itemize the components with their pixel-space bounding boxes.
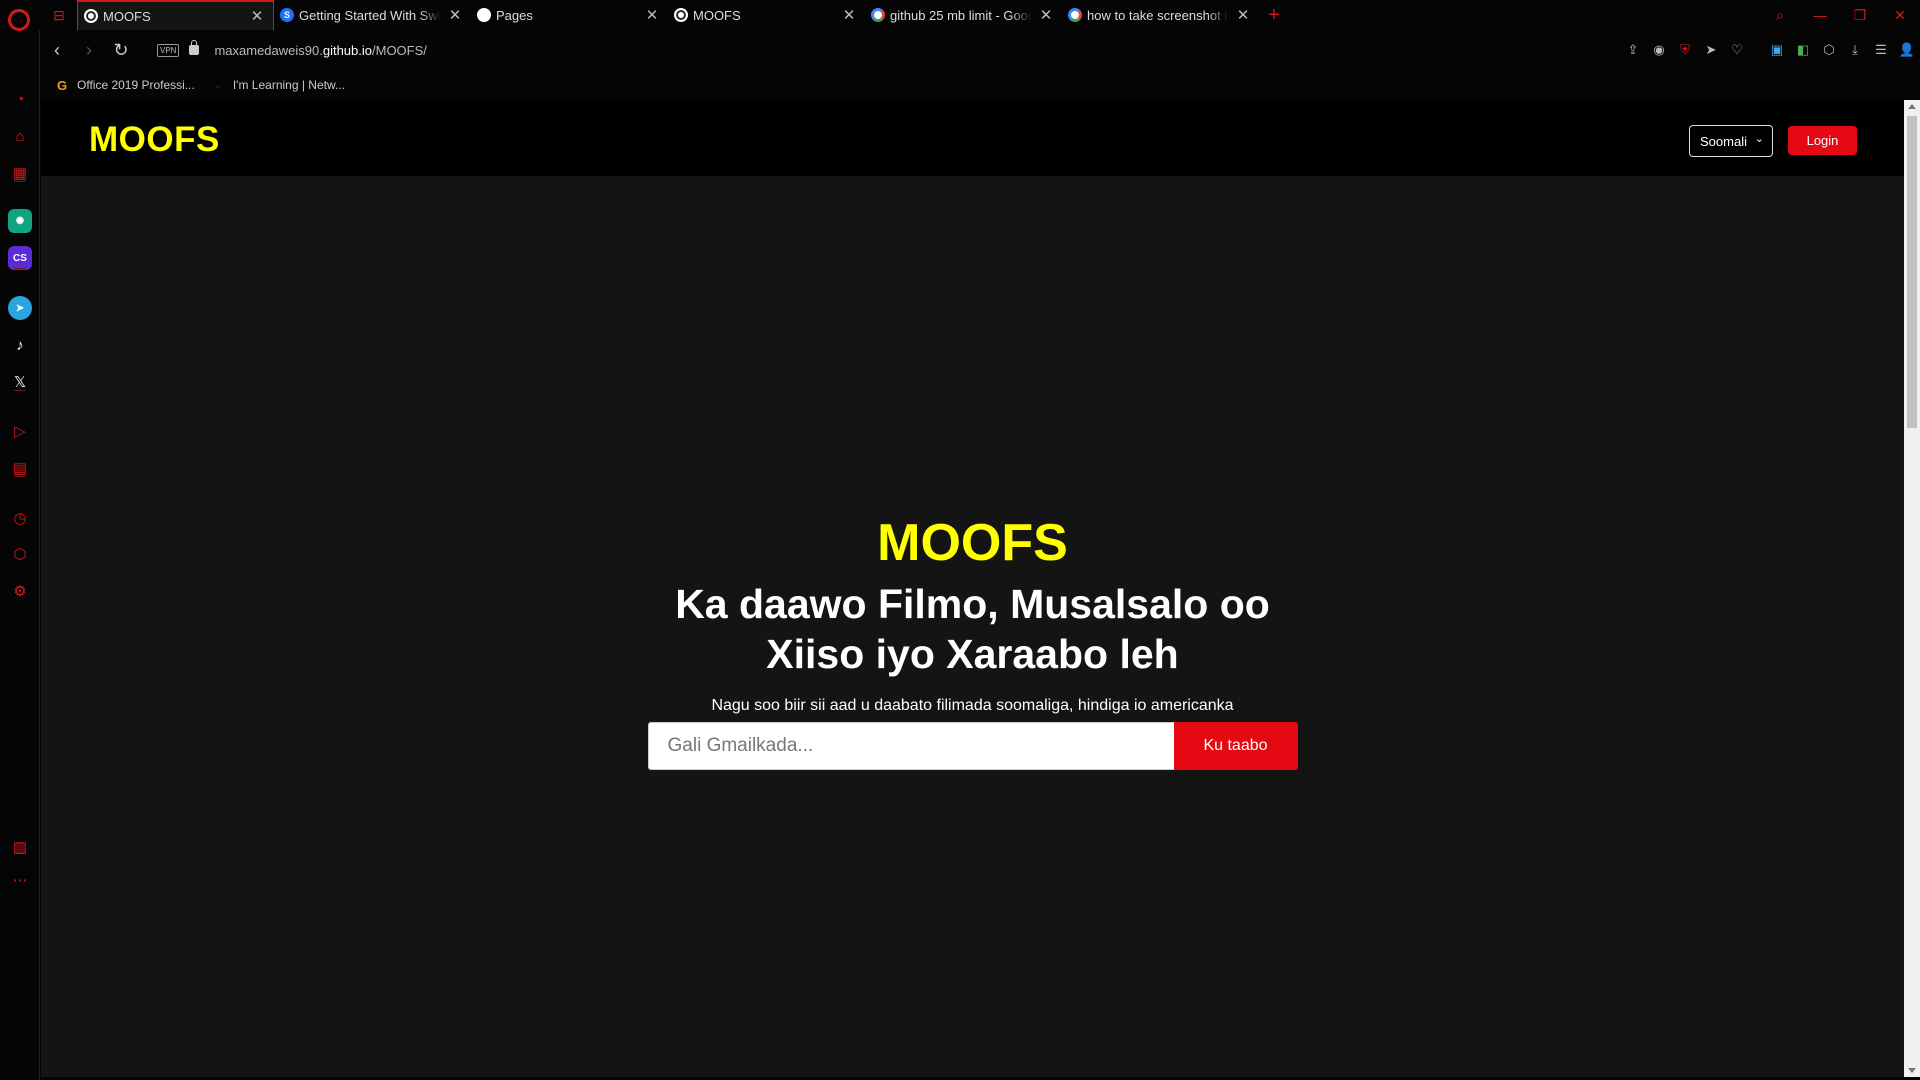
heart-icon[interactable]: ♡ — [1724, 37, 1750, 63]
download-icon[interactable]: ⤓ — [1842, 37, 1868, 63]
signup-button[interactable]: Ku taabo — [1173, 722, 1298, 770]
signup-form: Ku taabo — [647, 722, 1298, 770]
site-header: MOOFS Soomali ⌄ Login — [41, 100, 1904, 176]
close-icon[interactable]: ✕ — [841, 6, 857, 24]
tiktok-icon[interactable]: ♪ — [8, 333, 32, 357]
google-icon — [871, 8, 885, 22]
hero-subtitle: Nagu soo biir sii aad u daabato filimada… — [711, 697, 1234, 714]
extension-icon[interactable]: ◧ — [1790, 37, 1816, 63]
window-controls: ⌕ — ❐ ✕ — [1760, 0, 1920, 30]
tab-moofs-active[interactable]: MOOFS ✕ — [77, 0, 274, 30]
url-prefix: maxamedaweis90. — [214, 42, 323, 58]
close-icon[interactable]: ✕ — [249, 7, 265, 25]
more-icon[interactable]: ⋯ — [8, 868, 32, 892]
cube-icon[interactable]: ⬡ — [1816, 37, 1842, 63]
share-icon[interactable]: ⇪ — [1620, 37, 1646, 63]
forward-button[interactable]: › — [73, 35, 105, 65]
bookmark-office[interactable]: G Office 2019 Professi... — [55, 77, 195, 93]
g-logo-icon: G — [56, 77, 68, 93]
cs-app-icon[interactable]: CS — [8, 246, 32, 270]
tab-title: MOOFS — [693, 7, 741, 23]
tab-title: MOOFS — [103, 8, 151, 24]
close-icon[interactable]: ✕ — [447, 6, 463, 24]
tab-swipe[interactable]: S Getting Started With Swipe ✕ — [274, 0, 471, 30]
restore-button[interactable]: ❐ — [1840, 0, 1880, 30]
translate-extension-icon[interactable]: ▣ — [1764, 37, 1790, 63]
login-button[interactable]: Login — [1788, 126, 1857, 155]
vpn-badge[interactable]: VPN — [157, 43, 180, 57]
globe-icon — [84, 9, 98, 23]
email-input[interactable] — [647, 722, 1174, 770]
history-icon[interactable]: ◷ — [8, 506, 32, 530]
tab-bar: ⊟ MOOFS ✕ S Getting Started With Swipe ✕… — [41, 0, 1920, 30]
bookmark-icon: - — [215, 77, 221, 93]
page-scrollbar[interactable] — [1904, 100, 1920, 1077]
sidebar: ◔ ⌂ ▦ ✺ CS ➤ ♪ 𝕏 ▷ ▤ ◷ ⬡ ⚙ ▨ ⋯ — [0, 30, 40, 1080]
send-icon[interactable]: ➤ — [1698, 37, 1724, 63]
site-logo[interactable]: MOOFS — [89, 120, 220, 160]
close-icon[interactable]: ✕ — [1038, 6, 1054, 24]
toolbar-icons: ⇪ ◉ ⛨ ➤ ♡ ▣ ◧ ⬡ ⤓ ☰ 👤 — [1620, 35, 1920, 65]
chatgpt-icon[interactable]: ✺ — [8, 209, 32, 233]
settings-gear-icon[interactable]: ⚙ — [8, 579, 32, 603]
scroll-down-icon[interactable] — [1908, 1068, 1916, 1073]
address-bar: ‹ › ↻ VPN maxamedaweis90.github.io/MOOFS… — [41, 30, 1920, 70]
scrollbar-thumb[interactable] — [1907, 116, 1917, 428]
swipe-icon: S — [280, 8, 294, 22]
shield-icon[interactable]: ⛨ — [1672, 37, 1698, 63]
sidebar-separator — [14, 268, 26, 269]
tab-pages[interactable]: Pages ✕ — [471, 0, 668, 30]
google-icon — [1068, 8, 1082, 22]
minimize-button[interactable]: — — [1800, 0, 1840, 30]
language-value: Soomali — [1700, 133, 1747, 149]
reload-button[interactable]: ↻ — [105, 35, 137, 65]
browser-window: ⊟ MOOFS ✕ S Getting Started With Swipe ✕… — [0, 0, 1920, 1080]
scroll-up-icon[interactable] — [1908, 104, 1916, 109]
close-window-button[interactable]: ✕ — [1880, 0, 1920, 30]
menu-icon[interactable]: ☰ — [1868, 37, 1894, 63]
gallery-icon[interactable]: ▨ — [8, 835, 32, 859]
url-domain: github.io — [322, 42, 372, 58]
lock-icon[interactable] — [189, 40, 200, 55]
telegram-icon[interactable]: ➤ — [8, 296, 32, 320]
tab-title: how to take screenshot in l — [1087, 7, 1229, 23]
close-icon[interactable]: ✕ — [644, 6, 660, 24]
cube-icon[interactable]: ⬡ — [8, 542, 32, 566]
divider — [1750, 37, 1764, 63]
chevron-down-icon: ⌄ — [1754, 133, 1764, 145]
player-icon[interactable]: ▷ — [8, 419, 32, 443]
tab-title: Getting Started With Swipe — [299, 7, 441, 23]
url-path: /MOOFS/ — [372, 42, 427, 58]
tab-google-github-limit[interactable]: github 25 mb limit - Google ✕ — [865, 0, 1062, 30]
globe-icon — [674, 8, 688, 22]
sidebar-separator — [14, 181, 26, 182]
search-tabs-icon[interactable]: ⌕ — [1760, 0, 1800, 30]
sidebar-separator — [14, 476, 26, 477]
bookmark-label: Office 2019 Professi... — [77, 78, 195, 92]
github-icon — [477, 8, 491, 22]
bookmark-learning[interactable]: - I'm Learning | Netw... — [211, 77, 345, 93]
bag-icon[interactable]: ⌂ — [8, 124, 32, 148]
language-select[interactable]: Soomali ⌄ — [1689, 125, 1773, 157]
bookmarks-bar: G Office 2019 Professi... - I'm Learning… — [41, 70, 1920, 100]
tab-title: Pages — [496, 7, 533, 23]
url-field[interactable]: maxamedaweis90.github.io/MOOFS/ — [214, 43, 426, 58]
sidebar-separator — [14, 390, 26, 391]
new-tab-button[interactable]: + — [1259, 0, 1289, 30]
hero-title: MOOFS — [877, 514, 1068, 572]
opera-logo-icon[interactable] — [8, 9, 30, 31]
back-button[interactable]: ‹ — [41, 35, 73, 65]
tab-title: github 25 mb limit - Google — [890, 7, 1032, 23]
camera-icon[interactable]: ◉ — [1646, 37, 1672, 63]
tab-snap-icon[interactable]: ⊟ — [41, 0, 77, 30]
close-icon[interactable]: ✕ — [1235, 6, 1251, 24]
speed-dial-icon[interactable]: ◔ — [8, 87, 32, 111]
hero-heading: Ka daawo Filmo, Musalsalo oo Xiiso iyo X… — [675, 581, 1270, 677]
hero-section: MOOFS Ka daawo Filmo, Musalsalo oo Xiiso… — [41, 513, 1904, 770]
tab-google-screenshot[interactable]: how to take screenshot in l ✕ — [1062, 0, 1259, 30]
bookmark-label: I'm Learning | Netw... — [232, 78, 345, 92]
profile-icon[interactable]: 👤 — [1894, 37, 1920, 63]
web-page: MOOFS Soomali ⌄ Login MOOFS Ka daawo Fil… — [41, 100, 1904, 1077]
tab-moofs[interactable]: MOOFS ✕ — [668, 0, 865, 30]
